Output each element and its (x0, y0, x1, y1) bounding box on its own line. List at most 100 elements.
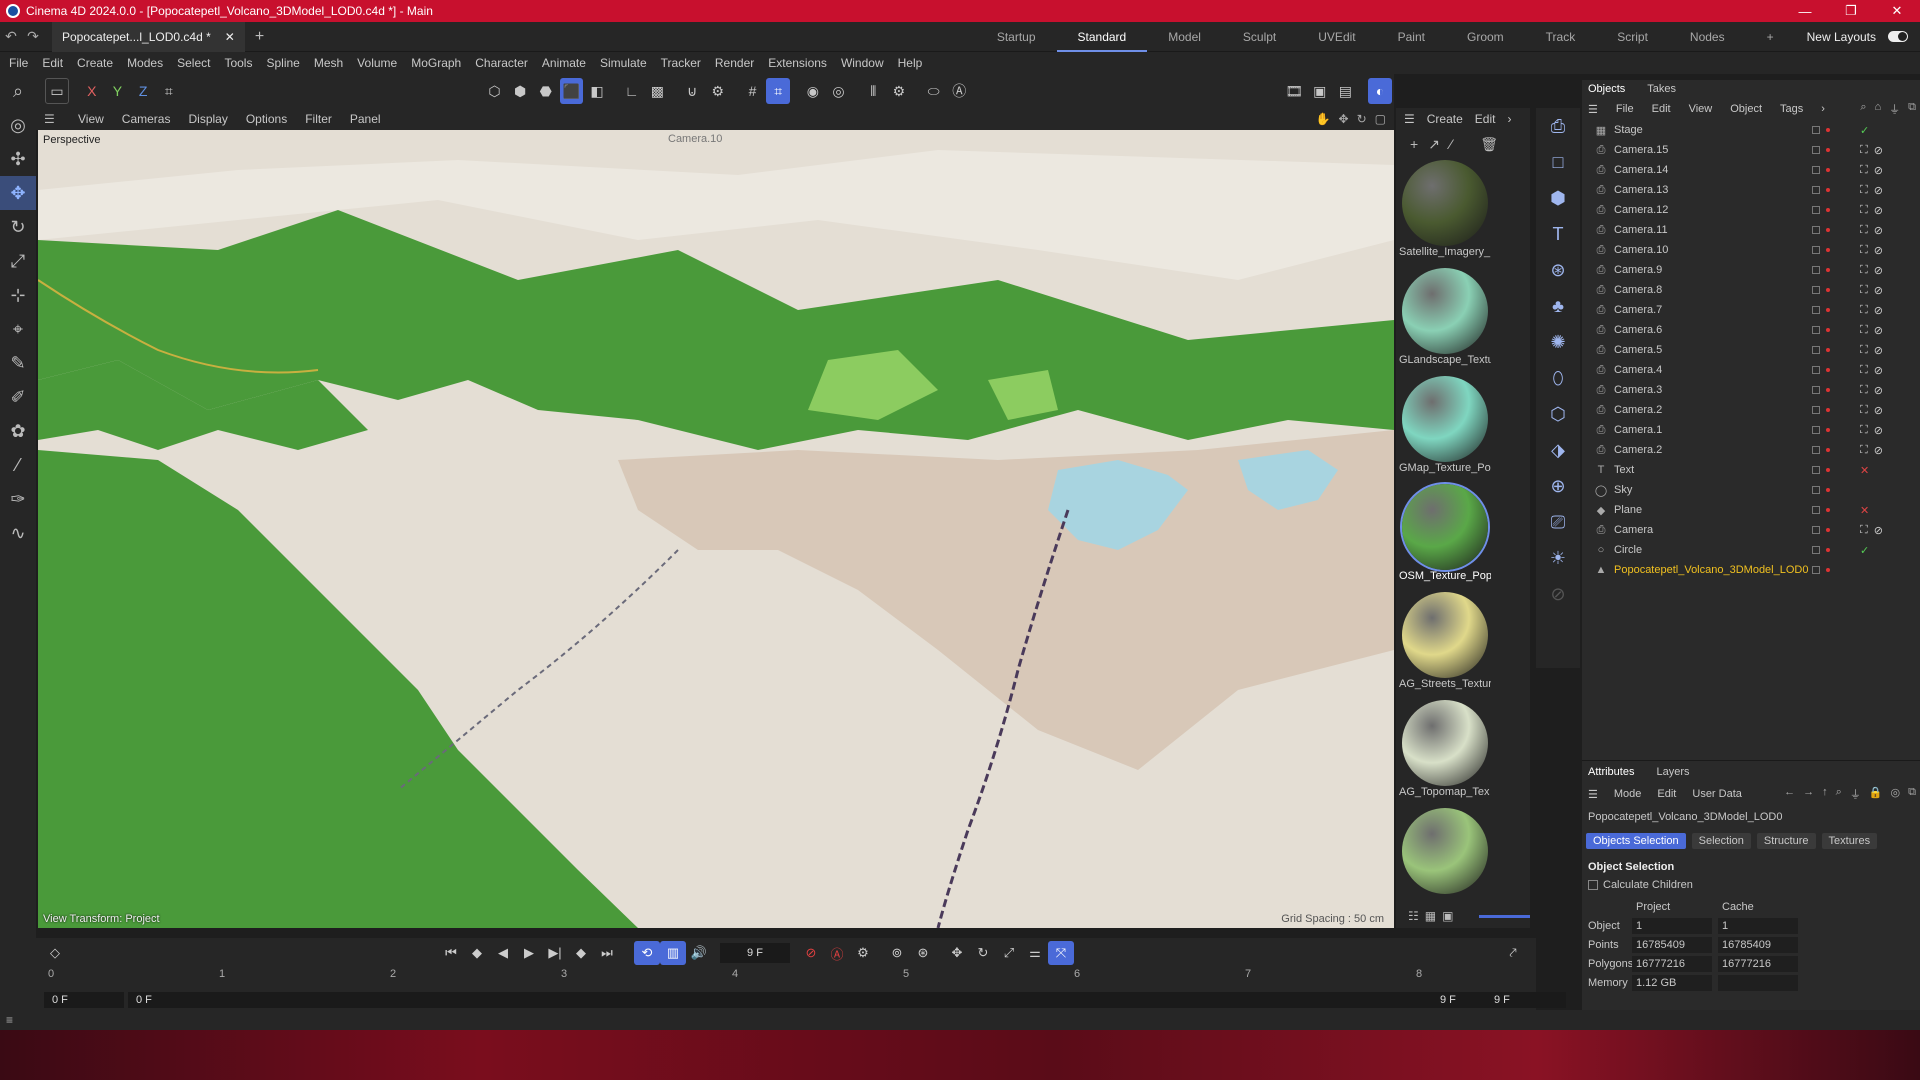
viewport-solo-icon[interactable]: ⬭ (922, 78, 946, 104)
attr-forward-icon[interactable]: → (1803, 786, 1814, 802)
material-swatch[interactable]: OSM_Texture_Pop (1399, 482, 1491, 588)
end-frame-field[interactable]: 9 F (1486, 992, 1566, 1008)
points-mode-icon[interactable]: ⬡ (483, 78, 507, 104)
record-icon[interactable]: ⊘ (798, 941, 824, 965)
editor-visibility-dot[interactable] (1826, 188, 1830, 192)
stop-tag-icon[interactable]: ⊘ (1874, 164, 1883, 177)
protection-tag-icon[interactable]: ⛶ (1860, 404, 1868, 417)
material-size-slider[interactable] (1479, 914, 1530, 918)
new-layouts-toggle[interactable] (1888, 31, 1908, 42)
object-row[interactable]: ⎙ Camera.13 ⛶ ⊘ (1582, 180, 1920, 200)
key-settings-icon[interactable]: ⚙ (850, 941, 876, 965)
object-row[interactable]: ⎙ Camera.7 ⛶ ⊘ (1582, 300, 1920, 320)
magnet-tool-icon[interactable]: ∿ (0, 516, 36, 550)
object-enable-checkbox[interactable] (1812, 366, 1820, 374)
maximize-view-icon[interactable]: ▢ (1375, 112, 1386, 126)
list-view-icon[interactable]: ☷ (1408, 909, 1419, 923)
menu-render[interactable]: Render (715, 56, 754, 70)
rotate-view-icon[interactable]: ↻ (1357, 112, 1367, 126)
object-enable-checkbox[interactable] (1812, 166, 1820, 174)
protection-tag-icon[interactable]: ⛶ (1860, 304, 1868, 317)
stop-tag-icon[interactable]: ⊘ (1874, 364, 1883, 377)
editor-visibility-dot[interactable] (1826, 468, 1830, 472)
object-enable-checkbox[interactable] (1812, 506, 1820, 514)
tab-attributes[interactable]: Attributes (1588, 766, 1634, 778)
rotate-tool-icon[interactable]: ↻ (0, 210, 36, 244)
editor-visibility-dot[interactable] (1826, 388, 1830, 392)
object-enable-checkbox[interactable] (1812, 386, 1820, 394)
menu-select[interactable]: Select (177, 56, 210, 70)
document-tab[interactable]: Popocatepet...l_LOD0.c4d * ✕ (52, 21, 245, 52)
object-row[interactable]: ⎙ Camera.2 ⛶ ⊘ (1582, 440, 1920, 460)
stop-tag-icon[interactable]: ⊘ (1874, 284, 1883, 297)
protection-tag-icon[interactable]: ⛶ (1860, 164, 1868, 177)
spline-pen-icon[interactable]: ✎ (0, 346, 36, 380)
fcurve-icon[interactable]: ▥ (660, 941, 686, 965)
motion-icon[interactable]: ✥ (944, 941, 970, 965)
object-menu-edit[interactable]: Edit (1652, 103, 1671, 115)
axis-mode-icon[interactable]: ∟ (620, 78, 644, 104)
material-more-icon[interactable]: › (1507, 112, 1511, 126)
editor-visibility-dot[interactable] (1826, 228, 1830, 232)
protection-tag-icon[interactable]: ⛶ (1860, 204, 1868, 217)
object-search-icon[interactable]: ⌕ (1860, 101, 1866, 117)
coordinate-system-icon[interactable]: ⌗ (157, 78, 181, 104)
object-row[interactable]: ⎙ Camera.2 ⛶ ⊘ (1582, 400, 1920, 420)
stop-tag-icon[interactable]: ⊘ (1874, 384, 1883, 397)
menu-tracker[interactable]: Tracker (661, 56, 701, 70)
light-object-icon[interactable]: ☀ (1536, 540, 1580, 576)
menu-spline[interactable]: Spline (266, 56, 299, 70)
quantize-icon[interactable]: ⌗ (766, 78, 790, 104)
object-row[interactable]: ⎙ Camera.14 ⛶ ⊘ (1582, 160, 1920, 180)
protection-tag-icon[interactable]: ⛶ (1860, 244, 1868, 257)
param-icon[interactable]: ⚌ (1022, 941, 1048, 965)
render-view-icon[interactable]: 🎞 (1282, 78, 1306, 104)
range-start-field[interactable]: 0 F (128, 992, 1488, 1008)
layout-tab-script[interactable]: Script (1596, 22, 1669, 52)
close-window-button[interactable]: ✕ (1874, 0, 1920, 22)
editor-visibility-dot[interactable] (1826, 428, 1830, 432)
pan-view-icon[interactable]: ✋ (1316, 112, 1331, 126)
object-row[interactable]: ⎙ Camera ⛶ ⊘ (1582, 520, 1920, 540)
stop-tag-icon[interactable]: ⊘ (1874, 344, 1883, 357)
object-mode-icon[interactable]: ⬛ (559, 78, 584, 104)
calculate-children-checkbox[interactable]: Calculate Children (1582, 879, 1920, 891)
x-axis-lock-button[interactable]: X (80, 78, 104, 104)
attr-subtab-structure[interactable]: Structure (1756, 833, 1816, 849)
object-enable-checkbox[interactable] (1812, 546, 1820, 554)
object-enable-checkbox[interactable] (1812, 206, 1820, 214)
layout-tab-uvedit[interactable]: UVEdit (1297, 22, 1376, 52)
undo-icon[interactable]: ↶ (0, 28, 22, 45)
symmetry-icon[interactable]: ⫴ (861, 78, 885, 104)
protection-tag-icon[interactable]: ⛶ (1860, 224, 1868, 237)
next-key-icon[interactable]: ◆ (568, 941, 594, 965)
editor-visibility-dot[interactable] (1826, 408, 1830, 412)
editor-visibility-dot[interactable] (1826, 208, 1830, 212)
editor-visibility-dot[interactable] (1826, 128, 1830, 132)
live-selection-icon[interactable]: ◎ (0, 108, 36, 142)
object-menu-view[interactable]: View (1689, 103, 1713, 115)
point-level-icon[interactable]: ⤧ (1048, 941, 1074, 965)
object-enable-checkbox[interactable] (1812, 406, 1820, 414)
go-to-start-icon[interactable]: ⏮ (438, 941, 464, 965)
text-spline-icon[interactable]: T (1536, 216, 1580, 252)
object-more-icon[interactable]: › (1821, 103, 1825, 115)
go-to-end-icon[interactable]: ⏭ (594, 941, 620, 965)
object-enable-checkbox[interactable] (1812, 566, 1820, 574)
keyframe-diamond-icon[interactable]: ◇ (42, 941, 68, 965)
layout-tab-nodes[interactable]: Nodes (1669, 22, 1746, 52)
object-row[interactable]: ⎙ Camera.5 ⛶ ⊘ (1582, 340, 1920, 360)
mograph-cloner-icon[interactable]: ⊛ (1536, 252, 1580, 288)
large-view-icon[interactable]: ▣ (1442, 909, 1453, 923)
editor-visibility-dot[interactable] (1826, 448, 1830, 452)
object-row[interactable]: ⎙ Camera.11 ⛶ ⊘ (1582, 220, 1920, 240)
motion-scale-icon[interactable]: ⤢ (996, 941, 1022, 965)
editor-visibility-dot[interactable] (1826, 568, 1830, 572)
object-enable-checkbox[interactable] (1812, 246, 1820, 254)
object-row[interactable]: ⎙ Camera.15 ⛶ ⊘ (1582, 140, 1920, 160)
viewport-menu-panel[interactable]: Panel (350, 112, 381, 126)
material-arrow-icon[interactable]: ↗ (1428, 136, 1440, 153)
stop-tag-icon[interactable]: ⊘ (1874, 224, 1883, 237)
stop-tag-icon[interactable]: ⊘ (1874, 184, 1883, 197)
new-document-tab-button[interactable]: + (255, 28, 264, 46)
